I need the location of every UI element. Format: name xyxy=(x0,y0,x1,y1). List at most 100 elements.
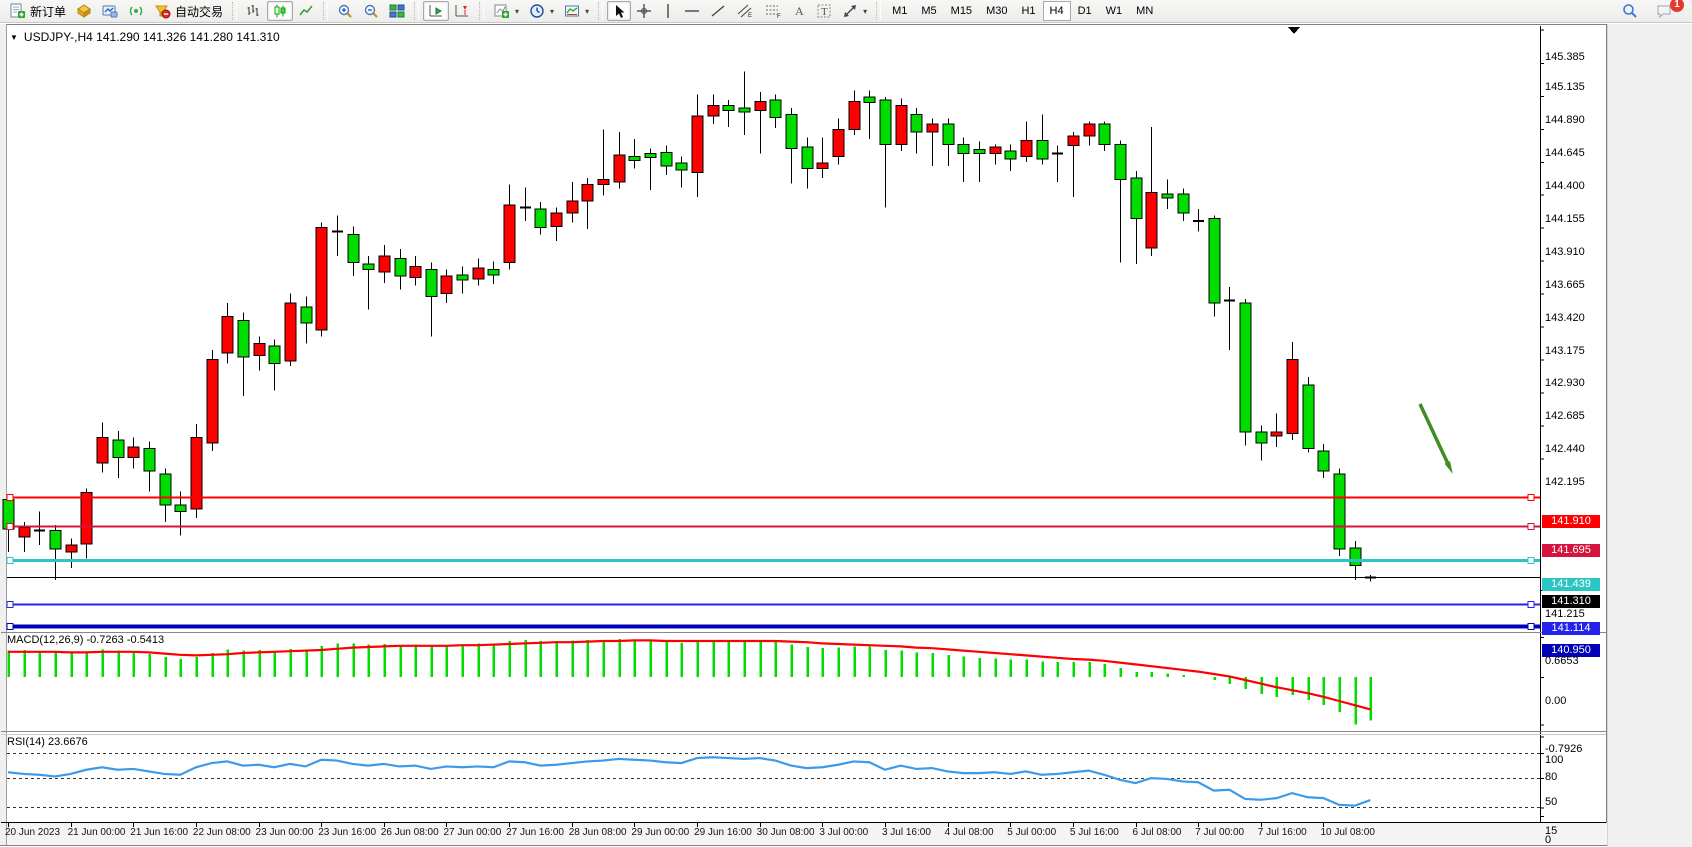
bear-candle xyxy=(739,108,750,112)
bull-candle xyxy=(833,130,844,157)
bull-candle xyxy=(849,101,860,129)
bull-candle xyxy=(1084,124,1095,136)
bull-candle xyxy=(708,105,719,116)
bull-candle xyxy=(128,447,139,458)
rsi-scale-label: 50 xyxy=(1545,796,1557,808)
date-axis-label: 7 Jul 16:00 xyxy=(1258,827,1307,838)
bear-candle xyxy=(144,448,155,471)
rsi-scale-label: 0 xyxy=(1545,834,1551,846)
line-handle xyxy=(7,558,13,564)
date-axis-label: 21 Jun 16:00 xyxy=(130,827,188,838)
bear-candle xyxy=(1209,218,1220,303)
price-tag-141.695: 141.695 xyxy=(1542,544,1600,557)
bull-candle xyxy=(551,213,562,226)
date-axis-label: 27 Jun 00:00 xyxy=(443,827,501,838)
line-handle xyxy=(7,495,13,501)
bear-candle xyxy=(457,275,468,280)
bear-candle xyxy=(786,115,797,149)
bull-candle xyxy=(927,124,938,132)
price-axis-label: 141.215 xyxy=(1545,608,1585,620)
chart-title-text: USDJPY-,H4 141.290 141.326 141.280 141.3… xyxy=(24,30,280,44)
date-axis-label: 23 Jun 00:00 xyxy=(256,827,314,838)
price-axis-label: 144.155 xyxy=(1545,213,1585,225)
bear-candle xyxy=(269,346,280,363)
bull-candle xyxy=(441,276,452,293)
bull-candle xyxy=(504,205,515,263)
bear-candle xyxy=(1005,151,1016,159)
date-axis-label: 3 Jul 00:00 xyxy=(819,827,868,838)
bear-candle xyxy=(1256,432,1267,443)
macd-scale-label: -0.7926 xyxy=(1545,743,1582,755)
bear-candle xyxy=(50,530,61,549)
bull-candle xyxy=(567,201,578,213)
bull-candle xyxy=(285,303,296,361)
price-tag-141.114: 141.114 xyxy=(1542,622,1600,635)
date-axis-label: 22 Jun 08:00 xyxy=(193,827,251,838)
bear-candle xyxy=(974,150,985,154)
bear-candle xyxy=(113,440,124,457)
bear-candle xyxy=(1334,474,1345,549)
line-handle xyxy=(1528,558,1534,564)
price-axis-label: 144.400 xyxy=(1545,180,1585,192)
date-axis-label: 20 Jun 2023 xyxy=(5,827,60,838)
bull-candle xyxy=(81,493,92,544)
chart-window[interactable]: ▼ USDJPY-,H4 141.290 141.326 141.280 141… xyxy=(0,24,1692,847)
date-axis-label: 5 Jul 16:00 xyxy=(1070,827,1119,838)
bear-candle xyxy=(395,259,406,276)
macd-scale-label: 0.6653 xyxy=(1545,655,1579,667)
date-axis-label: 4 Jul 08:00 xyxy=(945,827,994,838)
bear-candle xyxy=(175,505,186,512)
chart-canvas xyxy=(0,0,1692,847)
bear-candle xyxy=(1131,178,1142,218)
bull-candle xyxy=(1287,359,1298,433)
bear-candle xyxy=(676,163,687,170)
rsi-scale-label: 100 xyxy=(1545,754,1563,766)
bear-candle xyxy=(1240,303,1251,432)
price-axis-label: 144.890 xyxy=(1545,114,1585,126)
bull-candle xyxy=(379,256,390,272)
price-tag-141.910: 141.910 xyxy=(1542,515,1600,528)
date-axis-label: 26 Jun 08:00 xyxy=(381,827,439,838)
bull-candle xyxy=(1068,136,1079,145)
bull-candle xyxy=(19,528,30,537)
bear-candle xyxy=(238,320,249,356)
line-handle xyxy=(1528,524,1534,530)
price-axis-label: 143.420 xyxy=(1545,312,1585,324)
bear-candle xyxy=(488,269,499,274)
bear-candle xyxy=(535,209,546,228)
bear-candle xyxy=(770,100,781,117)
line-handle xyxy=(7,602,13,608)
date-axis-label: 21 Jun 00:00 xyxy=(68,827,126,838)
date-axis-label: 6 Jul 08:00 xyxy=(1133,827,1182,838)
bear-candle xyxy=(629,156,640,160)
bull-candle xyxy=(1271,432,1282,436)
bear-candle xyxy=(1350,548,1361,565)
line-handle xyxy=(1528,495,1534,501)
bear-candle xyxy=(1162,194,1173,198)
bull-candle xyxy=(254,343,265,355)
chart-title: ▼ USDJPY-,H4 141.290 141.326 141.280 141… xyxy=(10,30,280,44)
bear-candle xyxy=(958,144,969,153)
line-handle xyxy=(7,524,13,530)
mt4-window: 新订单 xyxy=(0,0,1692,847)
macd-scale-label: 0.00 xyxy=(1545,695,1566,707)
bull-candle xyxy=(473,268,484,279)
bull-candle xyxy=(817,163,828,168)
date-axis-label: 28 Jun 08:00 xyxy=(569,827,627,838)
symbol-dropdown-icon[interactable]: ▼ xyxy=(10,33,18,42)
bull-candle xyxy=(1021,140,1032,156)
bull-candle xyxy=(896,105,907,144)
date-axis-label: 29 Jun 00:00 xyxy=(631,827,689,838)
date-axis-label: 7 Jul 00:00 xyxy=(1195,827,1244,838)
bear-candle xyxy=(1037,140,1048,159)
bear-candle xyxy=(802,147,813,169)
bear-candle xyxy=(911,115,922,132)
bear-candle xyxy=(1303,385,1314,448)
bull-candle xyxy=(692,116,703,172)
price-axis-label: 143.665 xyxy=(1545,279,1585,291)
price-axis-label: 143.910 xyxy=(1545,246,1585,258)
date-axis-label: 27 Jun 16:00 xyxy=(506,827,564,838)
line-handle xyxy=(1528,624,1534,630)
line-handle xyxy=(1528,602,1534,608)
price-axis-label: 145.135 xyxy=(1545,81,1585,93)
